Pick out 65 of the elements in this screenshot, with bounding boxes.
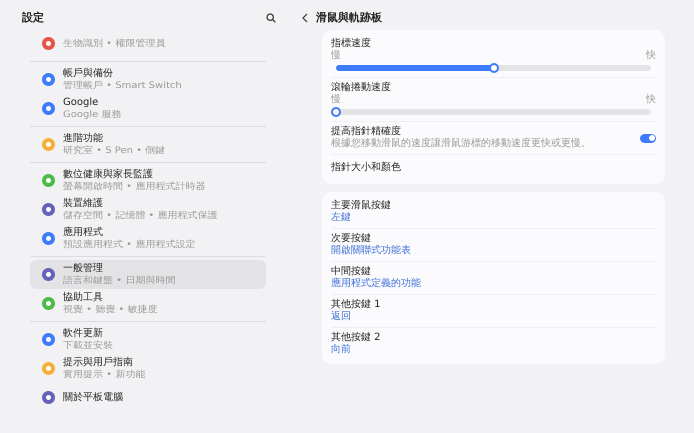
search-icon[interactable]: [266, 13, 276, 23]
settings-item[interactable]: 提示與用戶指南 實用提示 • 新功能: [30, 354, 266, 383]
item-title: 關於平板電腦: [63, 392, 123, 404]
item-subtitle: 研究室 • S Pen • 側鍵: [63, 145, 166, 156]
item-subtitle: 語言和鍵盤 • 日期與時間: [63, 275, 176, 286]
settings-row[interactable]: 其他按鍵 1 返回: [331, 295, 656, 328]
row-title: 次要按鍵: [331, 233, 372, 244]
settings-row[interactable]: 中間按鍵 應用程式定義的功能: [331, 262, 656, 295]
row-value: 應用程式定義的功能: [331, 278, 422, 290]
row-value: 返回: [331, 311, 352, 323]
slow-label: 慢: [331, 50, 341, 62]
item-subtitle: 預設應用程式 • 應用程式設定: [63, 239, 196, 250]
page-title: 滑鼠與軌跡板: [316, 10, 382, 26]
settings-row[interactable]: 主要滑鼠按鍵 左鍵: [331, 196, 656, 229]
item-subtitle: Google 服務: [63, 109, 122, 120]
slider-thumb[interactable]: [331, 107, 341, 117]
item-title: 一般管理: [63, 262, 104, 274]
settings-row[interactable]: 指針大小和顏色: [331, 155, 656, 180]
item-subtitle: 實用提示 • 新功能: [63, 369, 146, 380]
row-value: 左鍵: [331, 212, 352, 224]
row-value: 向前: [331, 344, 352, 356]
settings-item[interactable]: 裝置維護 儲存空間 • 記憶體 • 應用程式保護: [30, 195, 266, 224]
item-title: 數位健康與家長監護: [63, 168, 154, 180]
slow-label: 慢: [331, 94, 341, 106]
row-description: 根據您移動滑鼠的速度讓滑鼠游標的移動速度更快或更慢。: [331, 138, 591, 150]
slider-thumb[interactable]: [488, 63, 498, 73]
row-title: 指針大小和顏色: [331, 162, 402, 174]
settings-row[interactable]: 次要按鍵 開啟關聯式功能表: [331, 229, 656, 262]
row-title: 主要滑鼠按鍵: [331, 200, 392, 212]
item-title: 軟件更新: [63, 328, 104, 340]
item-title: 協助工具: [63, 292, 104, 304]
row-title: 其他按鍵 1: [331, 299, 382, 310]
item-subtitle: 視覺 • 聽覺 • 敏捷度: [63, 304, 158, 315]
settings-item[interactable]: 數位健康與家長監護 螢幕開啟時間 • 應用程式計時器: [30, 166, 266, 195]
row-title: 滾輪捲動速度: [331, 82, 392, 94]
settings-item[interactable]: 協助工具 視覺 • 聽覺 • 敏捷度: [30, 289, 266, 318]
settings-item[interactable]: 帳戶與備份 管理帳戶 • Smart Switch: [30, 65, 266, 94]
item-subtitle: 儲存空間 • 記憶體 • 應用程式保護: [63, 210, 218, 221]
settings-title: 設定: [22, 10, 44, 26]
item-title: 應用程式: [63, 226, 104, 238]
row-value: 開啟關聯式功能表: [331, 245, 412, 257]
row-title: 提高指針精確度: [331, 126, 402, 138]
settings-item[interactable]: 一般管理 語言和鍵盤 • 日期與時間: [30, 260, 266, 289]
fast-label: 快: [646, 94, 656, 106]
item-subtitle: 螢幕開啟時間 • 應用程式計時器: [63, 181, 206, 192]
item-title: 帳戶與備份: [63, 68, 114, 80]
settings-item[interactable]: 進階功能 研究室 • S Pen • 側鍵: [30, 130, 266, 159]
settings-row[interactable]: 其他按鍵 2 向前: [331, 328, 656, 360]
item-title: 進階功能: [63, 132, 104, 144]
item-subtitle: 生物識別 • 權限管理員: [63, 38, 166, 49]
row-title: 指標速度: [331, 38, 372, 50]
settings-item[interactable]: 應用程式 預設應用程式 • 應用程式設定: [30, 224, 266, 253]
toggle-switch[interactable]: [640, 134, 656, 142]
fast-label: 快: [646, 50, 656, 62]
settings-item[interactable]: 軟件更新 下載並安裝: [30, 325, 266, 354]
settings-item[interactable]: 關於平板電腦: [30, 383, 266, 412]
row-title: 其他按鍵 2: [331, 332, 382, 344]
back-icon[interactable]: [302, 13, 308, 23]
item-subtitle: 下載並安裝: [63, 340, 113, 351]
item-title: Google: [63, 96, 100, 108]
item-title: 裝置維護: [63, 198, 104, 210]
item-title: 提示與用戶指南: [63, 356, 134, 368]
item-subtitle: 管理帳戶 • Smart Switch: [63, 80, 182, 91]
settings-item[interactable]: Google Google 服務: [30, 94, 266, 123]
row-title: 中間按鍵: [331, 266, 372, 278]
